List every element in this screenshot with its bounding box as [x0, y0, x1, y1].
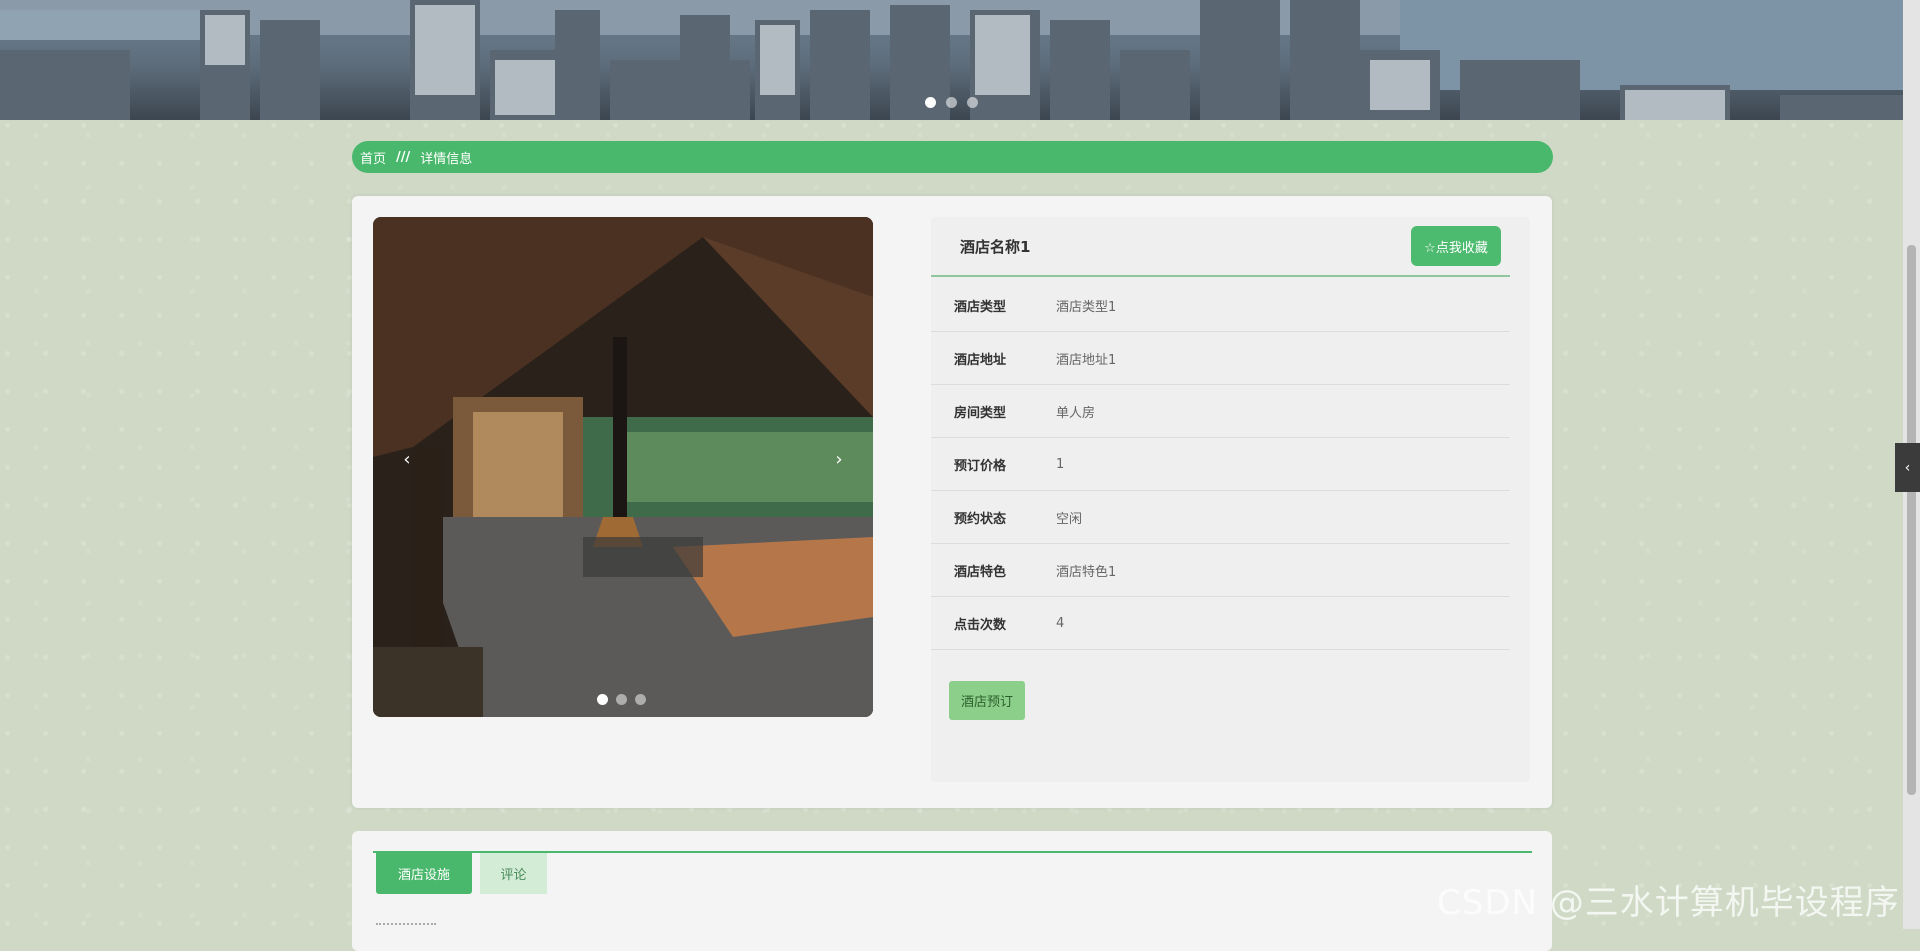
hotel-info-header: 酒店名称1 ☆点我收藏	[931, 217, 1510, 277]
field-value: 酒店地址1	[1056, 352, 1117, 368]
tab-content	[376, 923, 436, 931]
breadcrumb-home-link[interactable]: 首页	[360, 148, 386, 167]
favorite-button[interactable]: ☆点我收藏	[1411, 226, 1501, 266]
field-label: 酒店地址	[954, 352, 1007, 368]
chevron-left-icon: ‹	[1904, 459, 1911, 476]
tab-facilities[interactable]: 酒店设施	[376, 853, 472, 894]
field-label: 预订价格	[954, 458, 1007, 474]
carousel-dot[interactable]	[635, 694, 646, 705]
carousel-dot[interactable]	[597, 694, 608, 705]
hotel-tabs-card: 酒店设施 评论	[352, 831, 1552, 951]
scrollbar-thumb[interactable]	[1907, 245, 1916, 795]
hotel-name: 酒店名称1	[960, 238, 1031, 256]
breadcrumb: 首页 /// 详情信息	[352, 141, 1553, 173]
field-row-room-type: 房间类型 单人房	[931, 385, 1510, 438]
hotel-info-panel: 酒店名称1 ☆点我收藏 酒店类型 酒店类型1 酒店地址 酒店地址1 房间类型 单…	[931, 217, 1530, 782]
field-label: 房间类型	[954, 405, 1007, 421]
field-label: 酒店类型	[954, 299, 1007, 315]
carousel-dot[interactable]	[616, 694, 627, 705]
carousel-pagination	[597, 694, 646, 705]
field-value: 4	[1056, 615, 1065, 631]
field-value: 1	[1056, 456, 1065, 472]
hotel-field-list: 酒店类型 酒店类型1 酒店地址 酒店地址1 房间类型 单人房 预订价格 1 预约…	[931, 279, 1510, 650]
breadcrumb-separator: ///	[396, 149, 411, 165]
tab-comments[interactable]: 评论	[480, 853, 547, 894]
carousel-prev-button[interactable]: ‹	[397, 449, 417, 470]
banner-dot[interactable]	[967, 97, 978, 108]
banner-dot[interactable]	[925, 97, 936, 108]
field-value: 酒店特色1	[1056, 564, 1117, 580]
field-value: 酒店类型1	[1056, 299, 1117, 315]
field-label: 酒店特色	[954, 564, 1007, 580]
field-row-hotel-address: 酒店地址 酒店地址1	[931, 332, 1510, 385]
carousel-next-button[interactable]: ›	[829, 449, 849, 470]
field-row-hotel-feature: 酒店特色 酒店特色1	[931, 544, 1510, 597]
watermark-text: CSDN @三水计算机毕设程序	[1437, 883, 1900, 923]
field-value: 单人房	[1056, 405, 1096, 421]
banner-pagination	[925, 97, 978, 108]
field-label: 点击次数	[954, 617, 1007, 633]
field-label: 预约状态	[954, 511, 1007, 527]
hotel-image-carousel[interactable]: ‹ ›	[373, 217, 873, 717]
hotel-photo	[373, 217, 873, 717]
side-panel-toggle[interactable]: ‹	[1895, 443, 1920, 492]
tab-bar: 酒店设施 评论	[376, 853, 547, 894]
field-row-click-count: 点击次数 4	[931, 597, 1510, 650]
field-value: 空闲	[1056, 511, 1083, 527]
field-row-booking-status: 预约状态 空闲	[931, 491, 1510, 544]
field-row-hotel-type: 酒店类型 酒店类型1	[931, 279, 1510, 332]
hotel-detail-card: ‹ › 酒店名称1 ☆点我收藏 酒店类型 酒店类型1 酒店地址 酒店地址1 房间…	[352, 196, 1552, 808]
field-row-price: 预订价格 1	[931, 438, 1510, 491]
breadcrumb-current: 详情信息	[420, 151, 473, 167]
book-hotel-button[interactable]: 酒店预订	[949, 681, 1025, 720]
banner-dot[interactable]	[946, 97, 957, 108]
top-banner	[0, 0, 1920, 120]
